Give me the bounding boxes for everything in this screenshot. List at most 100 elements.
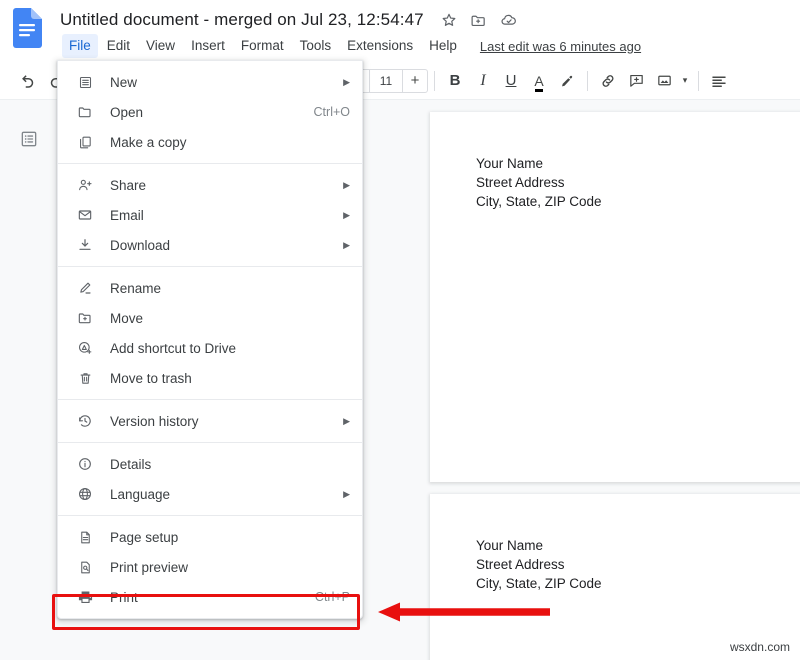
menu-item-label: Page setup — [110, 530, 350, 545]
menu-file[interactable]: File — [62, 34, 98, 58]
menu-item-label: Details — [110, 457, 350, 472]
page-body-text[interactable]: Your Name Street Address City, State, ZI… — [476, 154, 602, 211]
menu-item-new[interactable]: New ▶ — [58, 67, 362, 97]
add-comment-icon[interactable] — [622, 67, 650, 95]
menu-item-label: New — [110, 75, 328, 90]
document-page[interactable]: Your Name Street Address City, State, ZI… — [430, 112, 800, 482]
history-clock-icon — [74, 411, 96, 431]
menu-separator — [58, 442, 362, 443]
menu-item-shortcut: Ctrl+P — [315, 590, 350, 604]
menu-separator — [58, 163, 362, 164]
menu-item-page-setup[interactable]: Page setup — [58, 522, 362, 552]
submenu-arrow-icon: ▶ — [340, 210, 350, 220]
menu-item-print[interactable]: Print Ctrl+P — [58, 582, 362, 612]
printer-icon — [74, 587, 96, 607]
menu-item-download[interactable]: Download ▶ — [58, 230, 362, 260]
menu-help[interactable]: Help — [422, 34, 464, 58]
insert-link-icon[interactable] — [594, 67, 622, 95]
menu-item-label: Move — [110, 311, 350, 326]
menu-separator — [58, 399, 362, 400]
print-preview-icon — [74, 557, 96, 577]
copy-icon — [74, 132, 96, 152]
drive-status-cloud-icon[interactable] — [500, 11, 518, 29]
menu-item-label: Email — [110, 208, 328, 223]
menu-item-language[interactable]: Language ▶ — [58, 479, 362, 509]
last-edit-status[interactable]: Last edit was 6 minutes ago — [480, 39, 641, 54]
page-setup-icon — [74, 527, 96, 547]
toolbar-divider — [587, 71, 588, 91]
insert-image-caret-icon[interactable]: ▾ — [678, 67, 692, 95]
download-icon — [74, 235, 96, 255]
menu-bar: File Edit View Insert Format Tools Exten… — [62, 33, 641, 59]
menu-item-label: Language — [110, 487, 328, 502]
menu-item-label: Print preview — [110, 560, 350, 575]
text-color-button[interactable]: A — [525, 67, 553, 95]
move-folder-icon — [74, 308, 96, 328]
toolbar-divider — [698, 71, 699, 91]
new-document-icon — [74, 72, 96, 92]
italic-button[interactable]: I — [469, 67, 497, 95]
menu-edit[interactable]: Edit — [100, 34, 137, 58]
menu-item-add-shortcut-to-drive[interactable]: Add shortcut to Drive — [58, 333, 362, 363]
title-icon-group — [440, 11, 518, 29]
menu-item-open[interactable]: Open Ctrl+O — [58, 97, 362, 127]
highlight-pen-icon[interactable] — [553, 67, 581, 95]
trash-icon — [74, 368, 96, 388]
underline-button[interactable]: U — [497, 67, 525, 95]
annotation-arrow-icon — [378, 600, 558, 624]
menu-item-shortcut: Ctrl+O — [314, 105, 350, 119]
submenu-arrow-icon: ▶ — [340, 416, 350, 426]
rename-pencil-icon — [74, 278, 96, 298]
docs-file-icon — [12, 8, 42, 48]
menu-item-label: Make a copy — [110, 135, 350, 150]
menu-format[interactable]: Format — [234, 34, 291, 58]
submenu-arrow-icon: ▶ — [340, 240, 350, 250]
email-envelope-icon — [74, 205, 96, 225]
menu-extensions[interactable]: Extensions — [340, 34, 420, 58]
star-icon[interactable] — [440, 11, 458, 29]
menu-item-label: Version history — [110, 414, 328, 429]
page-title[interactable]: Untitled document - merged on Jul 23, 12… — [60, 10, 424, 30]
menu-item-label: Download — [110, 238, 328, 253]
submenu-arrow-icon: ▶ — [340, 489, 350, 499]
menu-item-rename[interactable]: Rename — [58, 273, 362, 303]
menu-insert[interactable]: Insert — [184, 34, 232, 58]
folder-open-icon — [74, 102, 96, 122]
align-left-icon[interactable] — [705, 67, 733, 95]
watermark-text: wsxdn.com — [730, 640, 790, 654]
menu-view[interactable]: View — [139, 34, 182, 58]
page-body-text[interactable]: Your Name Street Address City, State, ZI… — [476, 536, 602, 593]
file-menu-dropdown: New ▶ Open Ctrl+O Make a copy — [57, 60, 363, 619]
toolbar-divider — [434, 71, 435, 91]
menu-item-make-a-copy[interactable]: Make a copy — [58, 127, 362, 157]
share-person-add-icon — [74, 175, 96, 195]
app-header: Untitled document - merged on Jul 23, 12… — [0, 0, 800, 62]
menu-item-label: Share — [110, 178, 328, 193]
menu-item-print-preview[interactable]: Print preview — [58, 552, 362, 582]
document-outline-icon[interactable] — [18, 128, 40, 150]
menu-item-details[interactable]: Details — [58, 449, 362, 479]
submenu-arrow-icon: ▶ — [340, 180, 350, 190]
menu-item-share[interactable]: Share ▶ — [58, 170, 362, 200]
title-row: Untitled document - merged on Jul 23, 12… — [60, 6, 518, 34]
font-size-increase-button[interactable]: + — [403, 70, 427, 92]
submenu-arrow-icon: ▶ — [340, 77, 350, 87]
menu-item-version-history[interactable]: Version history ▶ — [58, 406, 362, 436]
insert-image-icon[interactable] — [650, 67, 678, 95]
font-size-input[interactable]: 11 — [369, 70, 403, 92]
bold-button[interactable]: B — [441, 67, 469, 95]
menu-tools[interactable]: Tools — [293, 34, 339, 58]
menu-item-move-to-trash[interactable]: Move to trash — [58, 363, 362, 393]
menu-item-email[interactable]: Email ▶ — [58, 200, 362, 230]
info-circle-icon — [74, 454, 96, 474]
menu-item-move[interactable]: Move — [58, 303, 362, 333]
move-to-folder-icon[interactable] — [470, 11, 488, 29]
globe-icon — [74, 484, 96, 504]
menu-item-label: Add shortcut to Drive — [110, 341, 350, 356]
undo-icon[interactable] — [14, 67, 42, 95]
menu-separator — [58, 515, 362, 516]
text-color-label: A — [534, 75, 543, 87]
menu-item-label: Rename — [110, 281, 350, 296]
add-shortcut-drive-icon — [74, 338, 96, 358]
document-page[interactable]: Your Name Street Address City, State, ZI… — [430, 494, 800, 660]
